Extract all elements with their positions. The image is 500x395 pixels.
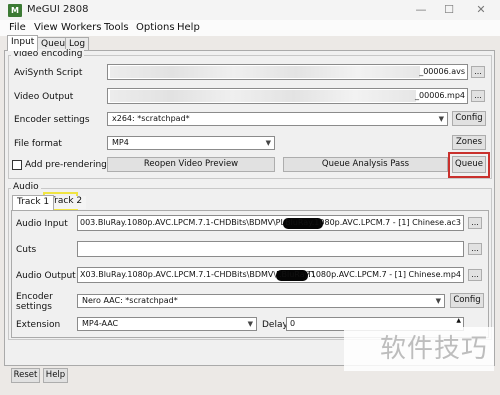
audio-input-value-end: .BluRay.1080p.AVC.LPCM.7 - [1] Chinese.a…	[282, 218, 461, 227]
extension-select[interactable]: MP4-AAC ▼	[77, 317, 257, 331]
maximize-icon[interactable]: ☐	[436, 2, 462, 18]
audio-output-label: Audio Output	[16, 271, 76, 281]
avisynth-value: _00006.avs	[419, 67, 465, 76]
reset-button[interactable]: Reset	[11, 368, 40, 383]
avisynth-input[interactable]: _00006.avs	[107, 64, 468, 80]
queue-analysis-button[interactable]: Queue Analysis Pass	[283, 157, 448, 172]
stepper-up-icon[interactable]: ▲	[456, 318, 461, 327]
window-title: MeGUI 2808	[27, 4, 89, 15]
encoder-settings-label: Encoder settings	[14, 115, 90, 125]
queue-button[interactable]: Queue	[452, 156, 486, 173]
help-button[interactable]: Help	[43, 368, 68, 383]
audio-output-field[interactable]: X03.BluRay.1080p.AVC.LPCM.7.1-CHDBits\BD…	[77, 267, 464, 283]
audio-config-button[interactable]: Config	[450, 293, 484, 308]
cuts-label: Cuts	[16, 245, 37, 255]
video-output-value: _00006.mp4	[415, 91, 465, 100]
tab-track-1[interactable]: Track 1	[12, 195, 55, 210]
prerender-checkbox[interactable]	[12, 160, 22, 170]
audio-input-browse-button[interactable]: ...	[468, 217, 482, 229]
video-encoder-value: x264: *scratchpad*	[112, 114, 190, 123]
menu-options[interactable]: Options	[136, 22, 175, 33]
menu-workers[interactable]: Workers	[61, 22, 101, 33]
audio-input-field[interactable]: 003.BluRay.1080p.AVC.LPCM.7.1-CHDBits\BD…	[77, 215, 464, 231]
menu-help[interactable]: Help	[177, 22, 200, 33]
blurred-path	[110, 66, 420, 78]
audio-output-value-end: .BluRay.1080p.AVC.LPCM.7 - [1] Chinese.m…	[278, 270, 461, 279]
video-encoder-select[interactable]: x264: *scratchpad* ▼	[107, 112, 448, 126]
avisynth-label: AviSynth Script	[14, 68, 83, 78]
audio-encoder-label-line2: settings	[16, 302, 52, 312]
avisynth-browse-button[interactable]: ...	[471, 66, 485, 78]
chevron-down-icon: ▼	[435, 297, 441, 305]
minimize-icon[interactable]: —	[408, 2, 434, 18]
file-format-select[interactable]: MP4 ▼	[107, 136, 275, 150]
cuts-field[interactable]	[77, 241, 464, 257]
audio-encoder-value: Nero AAC: *scratchpad*	[82, 296, 178, 305]
delay-label: Delay	[262, 320, 288, 330]
video-output-browse-button[interactable]: ...	[471, 90, 485, 102]
audio-encoder-select[interactable]: Nero AAC: *scratchpad* ▼	[77, 294, 445, 308]
video-config-button[interactable]: Config	[452, 111, 486, 126]
extension-value: MP4-AAC	[82, 319, 119, 328]
blurred-path	[110, 90, 416, 102]
app-logo-icon: M	[8, 4, 22, 17]
tab-input[interactable]: Input	[7, 35, 39, 51]
audio-output-browse-button[interactable]: ...	[468, 269, 482, 281]
delay-value: 0	[290, 319, 296, 328]
audio-input-label: Audio Input	[16, 219, 68, 229]
audio-group-label: Audio	[11, 182, 41, 192]
menu-file[interactable]: File	[9, 22, 26, 33]
reopen-preview-button[interactable]: Reopen Video Preview	[107, 157, 275, 172]
video-output-input[interactable]: _00006.mp4	[107, 88, 468, 104]
menu-tools[interactable]: Tools	[104, 22, 129, 33]
watermark-text: 软件技巧	[379, 334, 488, 364]
file-format-label: File format	[14, 139, 62, 149]
audio-encoder-label-line1: Encoder	[16, 292, 53, 302]
zones-button[interactable]: Zones	[452, 135, 486, 150]
close-icon[interactable]: ✕	[468, 2, 494, 18]
extension-label: Extension	[16, 320, 61, 330]
video-output-label: Video Output	[14, 92, 74, 102]
menu-view[interactable]: View	[34, 22, 58, 33]
chevron-down-icon: ▼	[265, 139, 271, 147]
file-format-value: MP4	[112, 138, 129, 147]
chevron-down-icon: ▼	[247, 320, 253, 328]
audio-input-value-start: 003.BluRay.1080p.AVC.LPCM.7.1-CHDBits\BD…	[80, 218, 315, 227]
chevron-down-icon: ▼	[438, 115, 444, 123]
cuts-browse-button[interactable]: ...	[468, 243, 482, 255]
